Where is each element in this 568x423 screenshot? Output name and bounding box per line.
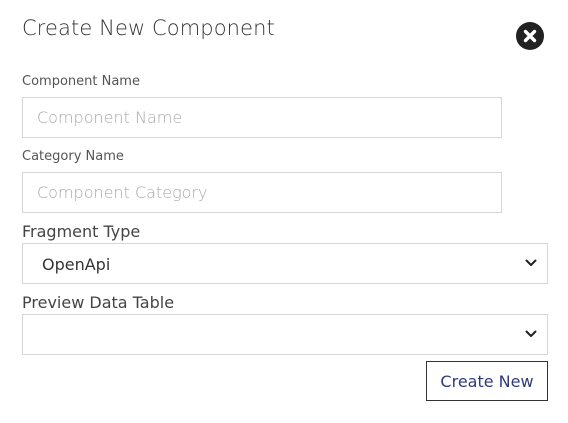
close-button[interactable] [516,22,544,50]
chevron-down-icon [525,259,537,266]
dialog-title: Create New Component [22,16,275,40]
category-name-label: Category Name [22,149,124,164]
fragment-type-label: Fragment Type [22,222,141,241]
component-name-label: Component Name [22,74,140,89]
create-component-dialog: Create New Component Component Name Cate… [0,0,568,423]
fragment-type-value: OpenApi [42,255,111,274]
category-name-input[interactable] [22,172,502,213]
preview-data-table-select[interactable] [22,314,548,355]
fragment-type-select[interactable]: OpenApi [22,243,548,284]
component-name-input[interactable] [22,97,502,138]
close-icon [523,29,537,43]
preview-data-table-label: Preview Data Table [22,293,175,312]
chevron-down-icon [525,330,537,337]
create-new-button[interactable]: Create New [426,361,548,401]
